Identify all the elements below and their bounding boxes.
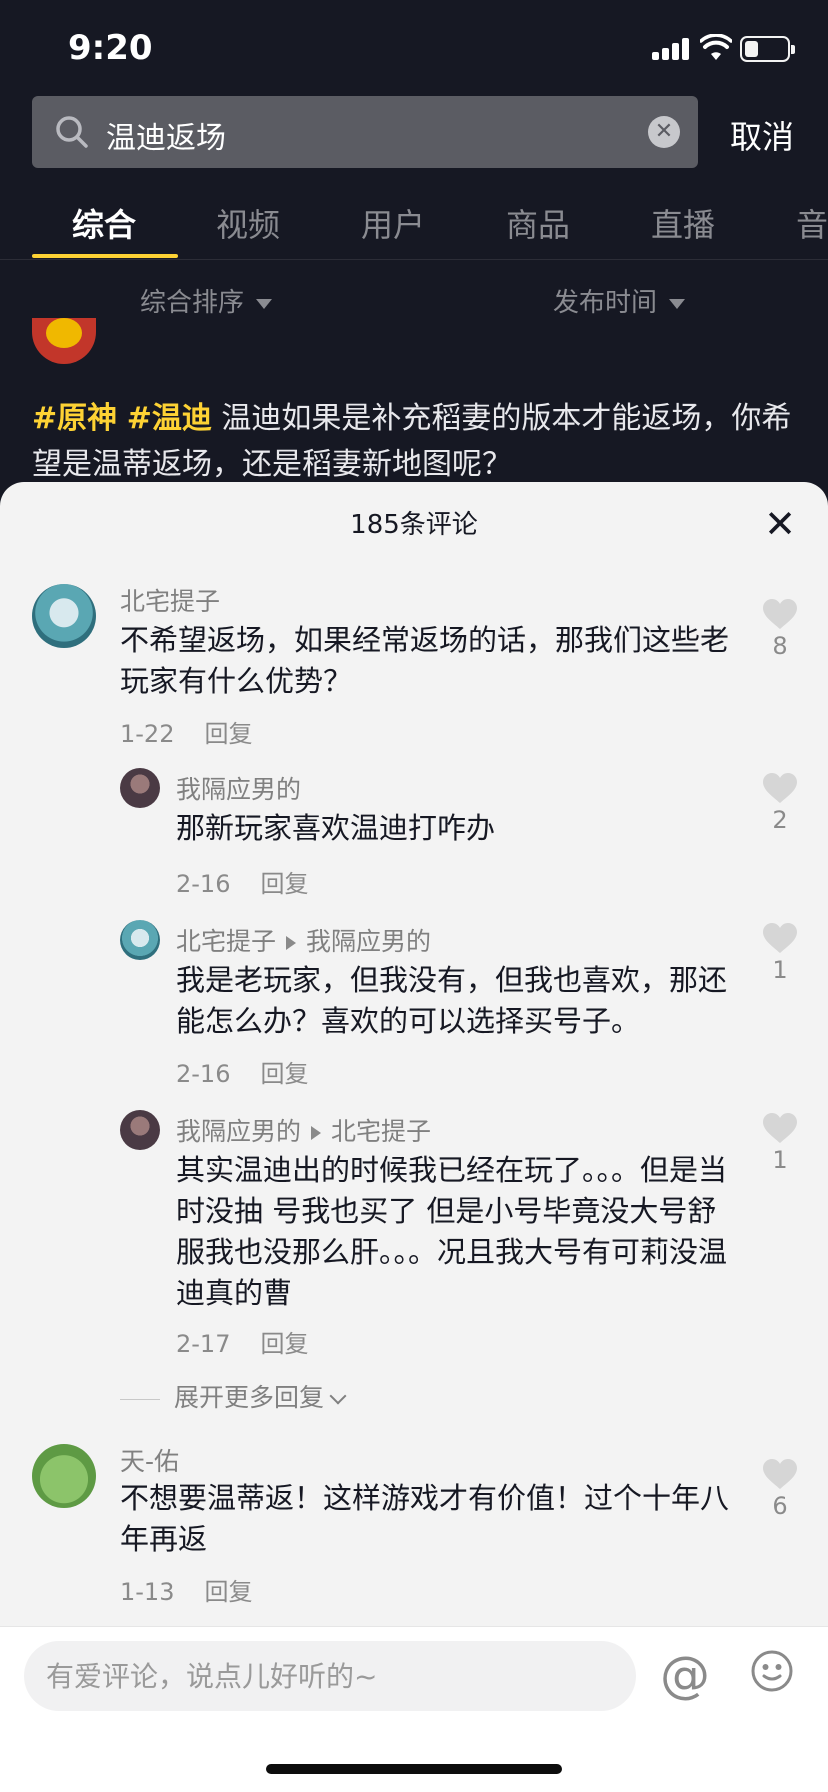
comment-date: 2-16 [176, 1060, 231, 1088]
avatar[interactable] [32, 584, 96, 648]
like-button[interactable]: 2 [760, 772, 800, 834]
avatar[interactable] [120, 920, 160, 960]
comment-text: 不希望返场，如果经常返场的话，那我们这些老玩家有什么优势？ [120, 623, 730, 698]
comment-meta: 2-17 回复 [176, 1324, 308, 1359]
divider [0, 259, 828, 260]
reply-button[interactable]: 回复 [260, 1060, 308, 1088]
sort-filter-label: 综合排序 [140, 288, 245, 318]
comment-username[interactable]: 我隔应男的 [176, 770, 301, 806]
like-button[interactable]: 8 [760, 598, 800, 660]
emoji-icon[interactable] [750, 1649, 794, 1693]
comment-text: 其实温迪出的时候我已经在玩了。。。但是当时没抽 号我也买了 但是小号毕竟没大号舒… [176, 1153, 728, 1310]
home-indicator[interactable] [266, 1764, 562, 1774]
avatar[interactable] [120, 768, 160, 808]
comment-date: 1-22 [120, 720, 175, 748]
comment-input[interactable] [24, 1641, 636, 1711]
heart-icon [763, 773, 797, 803]
like-button[interactable]: 1 [760, 1112, 800, 1174]
like-count: 8 [772, 632, 788, 660]
clear-icon[interactable]: ✕ [648, 116, 680, 148]
hashtag-link[interactable]: #原神 [32, 401, 117, 436]
expand-replies-label: 展开更多回复 [174, 1383, 325, 1412]
avatar[interactable] [120, 1110, 160, 1150]
comments-count-title: 185条评论 [350, 510, 478, 540]
comment-date: 2-17 [176, 1330, 231, 1358]
reply-button[interactable]: 回复 [204, 720, 252, 748]
reply-button[interactable]: 回复 [204, 1578, 252, 1606]
comment-date: 2-16 [176, 870, 231, 898]
reply-author[interactable]: 北宅提子 [176, 927, 276, 956]
divider [120, 1398, 160, 1400]
reply-arrow-icon [286, 936, 297, 950]
cancel-button[interactable]: 取消 [730, 112, 794, 158]
heart-icon [763, 923, 797, 953]
like-count: 1 [772, 1146, 788, 1174]
tab-products[interactable]: 商品 [506, 200, 570, 246]
sort-filter[interactable]: 综合排序 [140, 282, 273, 319]
tab-music[interactable]: 音 [796, 200, 828, 246]
like-count: 6 [772, 1492, 788, 1520]
heart-icon [763, 599, 797, 629]
reply-button[interactable]: 回复 [260, 870, 308, 898]
time-filter-label: 发布时间 [553, 288, 658, 318]
signal-icon [652, 38, 692, 60]
tab-comprehensive[interactable]: 综合 [72, 200, 136, 246]
hashtag-link[interactable]: #温迪 [127, 401, 212, 436]
reply-target[interactable]: 北宅提子 [331, 1117, 431, 1146]
post-author-avatar[interactable] [32, 318, 96, 364]
reply-author[interactable]: 我隔应男的 [176, 1117, 301, 1146]
caret-down-icon [256, 298, 273, 309]
wifi-icon [700, 34, 732, 60]
comment-meta: 1-13 回复 [120, 1572, 252, 1607]
comment-date: 1-13 [120, 1578, 175, 1606]
status-time: 9:20 [68, 28, 153, 68]
post-text: #原神 #温迪 温迪如果是补充稻妻的版本才能返场，你希望是温蒂返场，还是稻妻新地… [32, 396, 802, 488]
expand-replies-button[interactable]: 展开更多回复 [120, 1378, 347, 1414]
comment-text: 我是老玩家，但我没有，但我也喜欢，那还能怎么办？喜欢的可以选择买号子。 [176, 963, 728, 1038]
comment-meta: 2-16 回复 [176, 864, 308, 899]
comment-username[interactable]: 我隔应男的 北宅提子 [176, 1112, 431, 1148]
reply-target[interactable]: 我隔应男的 [306, 927, 431, 956]
heart-icon [763, 1459, 797, 1489]
reply-arrow-icon [311, 1126, 322, 1140]
search-box[interactable]: 温迪返场 ✕ [32, 96, 698, 168]
like-count: 1 [772, 956, 788, 984]
comment-text: 不想要温蒂返！这样游戏才有价值！过个十年八年再返 [120, 1481, 730, 1556]
tab-video[interactable]: 视频 [216, 200, 280, 246]
chevron-down-icon [329, 1387, 347, 1405]
like-count: 2 [772, 806, 788, 834]
reply-button[interactable]: 回复 [260, 1330, 308, 1358]
at-icon[interactable]: @ [660, 1645, 710, 1705]
like-button[interactable]: 6 [760, 1458, 800, 1520]
tab-users[interactable]: 用户 [361, 200, 425, 246]
time-filter[interactable]: 发布时间 [553, 282, 686, 319]
like-button[interactable]: 1 [760, 922, 800, 984]
heart-icon [763, 1113, 797, 1143]
tab-live[interactable]: 直播 [651, 200, 715, 246]
comment-text: 那新玩家喜欢温迪打咋办 [176, 811, 496, 845]
status-bar: 9:20 [0, 0, 828, 96]
tab-bar: 综合 视频 用户 商品 直播 音 [0, 180, 828, 260]
comments-sheet: 185条评论 ✕ 北宅提子 不希望返场，如果经常返场的话，那我们这些老玩家有什么… [0, 482, 828, 1792]
comment-username[interactable]: 北宅提子 [120, 582, 220, 618]
search-input[interactable]: 温迪返场 [106, 113, 226, 157]
battery-icon [740, 36, 795, 62]
comment-username[interactable]: 北宅提子 我隔应男的 [176, 922, 431, 958]
comment-meta: 1-22 回复 [120, 714, 252, 749]
comment-username[interactable]: 天-佑 [120, 1442, 179, 1478]
tab-underline [32, 254, 178, 258]
comment-meta: 2-16 回复 [176, 1054, 308, 1089]
avatar[interactable] [32, 1444, 96, 1508]
caret-down-icon [669, 298, 686, 309]
search-icon [56, 116, 88, 148]
close-icon[interactable]: ✕ [758, 502, 802, 546]
